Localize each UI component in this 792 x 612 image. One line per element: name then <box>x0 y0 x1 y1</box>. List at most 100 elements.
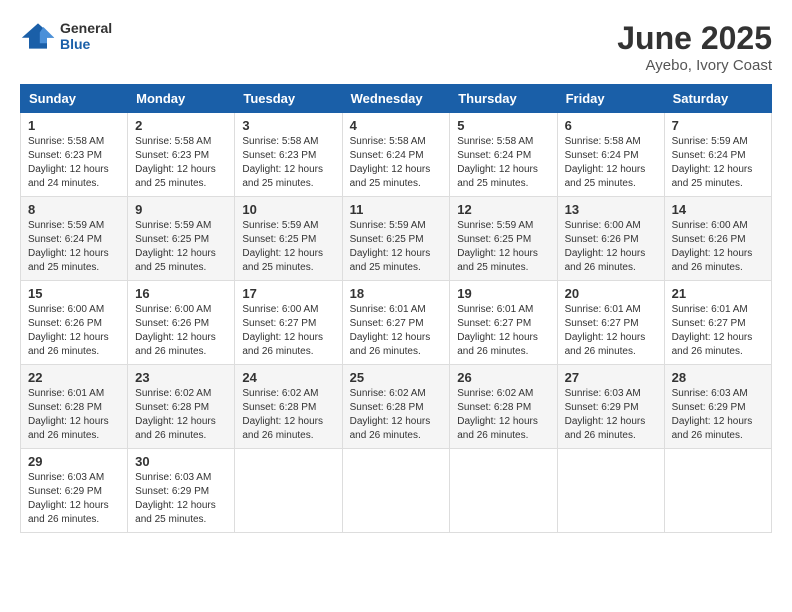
day-info: Sunrise: 6:03 AM Sunset: 6:29 PM Dayligh… <box>565 387 657 443</box>
calendar-cell <box>235 449 342 533</box>
day-number: 8 <box>28 202 120 217</box>
day-number: 15 <box>28 286 120 301</box>
day-number: 26 <box>457 370 549 385</box>
calendar-week-row: 15 Sunrise: 6:00 AM Sunset: 6:26 PM Dayli… <box>21 281 772 365</box>
day-info: Sunrise: 5:59 AM Sunset: 6:24 PM Dayligh… <box>28 219 120 275</box>
calendar-cell <box>342 449 450 533</box>
column-header-tuesday: Tuesday <box>235 85 342 113</box>
day-info: Sunrise: 6:03 AM Sunset: 6:29 PM Dayligh… <box>135 471 227 527</box>
day-info: Sunrise: 5:58 AM Sunset: 6:24 PM Dayligh… <box>350 135 443 191</box>
logo-blue-text: Blue <box>60 36 112 52</box>
column-header-thursday: Thursday <box>450 85 557 113</box>
day-number: 18 <box>350 286 443 301</box>
day-info: Sunrise: 5:59 AM Sunset: 6:25 PM Dayligh… <box>457 219 549 275</box>
column-header-saturday: Saturday <box>664 85 771 113</box>
day-number: 17 <box>242 286 334 301</box>
calendar-cell: 7 Sunrise: 5:59 AM Sunset: 6:24 PM Daylig… <box>664 113 771 197</box>
page-header: General Blue June 2025 Ayebo, Ivory Coas… <box>20 20 772 74</box>
day-number: 14 <box>672 202 764 217</box>
calendar-cell: 25 Sunrise: 6:02 AM Sunset: 6:28 PM Dayli… <box>342 365 450 449</box>
day-number: 1 <box>28 118 120 133</box>
day-info: Sunrise: 5:59 AM Sunset: 6:25 PM Dayligh… <box>350 219 443 275</box>
calendar-week-row: 8 Sunrise: 5:59 AM Sunset: 6:24 PM Daylig… <box>21 197 772 281</box>
column-header-friday: Friday <box>557 85 664 113</box>
calendar-cell: 6 Sunrise: 5:58 AM Sunset: 6:24 PM Daylig… <box>557 113 664 197</box>
logo: General Blue <box>20 20 112 52</box>
day-info: Sunrise: 6:03 AM Sunset: 6:29 PM Dayligh… <box>672 387 764 443</box>
day-info: Sunrise: 6:00 AM Sunset: 6:26 PM Dayligh… <box>672 219 764 275</box>
day-info: Sunrise: 6:00 AM Sunset: 6:26 PM Dayligh… <box>28 303 120 359</box>
calendar-cell: 13 Sunrise: 6:00 AM Sunset: 6:26 PM Dayli… <box>557 197 664 281</box>
day-number: 29 <box>28 454 120 469</box>
calendar-cell: 11 Sunrise: 5:59 AM Sunset: 6:25 PM Dayli… <box>342 197 450 281</box>
day-info: Sunrise: 6:02 AM Sunset: 6:28 PM Dayligh… <box>457 387 549 443</box>
day-number: 24 <box>242 370 334 385</box>
day-info: Sunrise: 5:59 AM Sunset: 6:24 PM Dayligh… <box>672 135 764 191</box>
calendar-cell: 23Sunrise: 6:02 AM Sunset: 6:28 PM Dayli… <box>128 365 235 449</box>
calendar-cell: 30 Sunrise: 6:03 AM Sunset: 6:29 PM Dayli… <box>128 449 235 533</box>
month-year-title: June 2025 <box>617 20 772 57</box>
calendar-cell: 4Sunrise: 5:58 AM Sunset: 6:24 PM Daylig… <box>342 113 450 197</box>
day-number: 11 <box>350 202 443 217</box>
day-number: 23 <box>135 370 227 385</box>
day-info: Sunrise: 6:01 AM Sunset: 6:28 PM Dayligh… <box>28 387 120 443</box>
calendar-cell: 12 Sunrise: 5:59 AM Sunset: 6:25 PM Dayli… <box>450 197 557 281</box>
calendar-cell: 24 Sunrise: 6:02 AM Sunset: 6:28 PM Dayli… <box>235 365 342 449</box>
day-number: 21 <box>672 286 764 301</box>
day-number: 22 <box>28 370 120 385</box>
day-info: Sunrise: 5:58 AM Sunset: 6:24 PM Dayligh… <box>565 135 657 191</box>
calendar-cell: 16 Sunrise: 6:00 AM Sunset: 6:26 PM Dayli… <box>128 281 235 365</box>
calendar-week-row: 22 Sunrise: 6:01 AM Sunset: 6:28 PM Dayli… <box>21 365 772 449</box>
calendar-cell: 1 Sunrise: 5:58 AM Sunset: 6:23 PM Daylig… <box>21 113 128 197</box>
day-info: Sunrise: 6:02 AM Sunset: 6:28 PM Dayligh… <box>242 387 334 443</box>
day-number: 20 <box>565 286 657 301</box>
calendar-cell: 3Sunrise: 5:58 AM Sunset: 6:23 PM Daylig… <box>235 113 342 197</box>
day-info: Sunrise: 5:58 AM Sunset: 6:23 PM Dayligh… <box>135 135 227 191</box>
day-number: 10 <box>242 202 334 217</box>
day-number: 25 <box>350 370 443 385</box>
title-section: June 2025 Ayebo, Ivory Coast <box>617 20 772 74</box>
day-info: Sunrise: 6:03 AM Sunset: 6:29 PM Dayligh… <box>28 471 120 527</box>
calendar-cell: 2Sunrise: 5:58 AM Sunset: 6:23 PM Daylig… <box>128 113 235 197</box>
logo-text: General Blue <box>60 20 112 52</box>
day-number: 16 <box>135 286 227 301</box>
day-number: 9 <box>135 202 227 217</box>
location-text: Ayebo, Ivory Coast <box>617 57 772 74</box>
calendar-cell <box>450 449 557 533</box>
day-number: 19 <box>457 286 549 301</box>
calendar-cell: 19Sunrise: 6:01 AM Sunset: 6:27 PM Dayli… <box>450 281 557 365</box>
calendar-week-row: 29 Sunrise: 6:03 AM Sunset: 6:29 PM Dayli… <box>21 449 772 533</box>
calendar-cell <box>664 449 771 533</box>
day-info: Sunrise: 5:59 AM Sunset: 6:25 PM Dayligh… <box>135 219 227 275</box>
calendar-cell: 14 Sunrise: 6:00 AM Sunset: 6:26 PM Dayli… <box>664 197 771 281</box>
day-info: Sunrise: 6:01 AM Sunset: 6:27 PM Dayligh… <box>565 303 657 359</box>
calendar-cell: 26 Sunrise: 6:02 AM Sunset: 6:28 PM Dayli… <box>450 365 557 449</box>
calendar-cell: 21Sunrise: 6:01 AM Sunset: 6:27 PM Dayli… <box>664 281 771 365</box>
day-info: Sunrise: 6:00 AM Sunset: 6:26 PM Dayligh… <box>565 219 657 275</box>
calendar-cell <box>557 449 664 533</box>
day-number: 30 <box>135 454 227 469</box>
day-number: 7 <box>672 118 764 133</box>
day-info: Sunrise: 5:58 AM Sunset: 6:24 PM Dayligh… <box>457 135 549 191</box>
column-header-monday: Monday <box>128 85 235 113</box>
calendar-cell: 27 Sunrise: 6:03 AM Sunset: 6:29 PM Dayli… <box>557 365 664 449</box>
calendar-cell: 5 Sunrise: 5:58 AM Sunset: 6:24 PM Daylig… <box>450 113 557 197</box>
column-header-sunday: Sunday <box>21 85 128 113</box>
calendar-cell: 17Sunrise: 6:00 AM Sunset: 6:27 PM Dayli… <box>235 281 342 365</box>
day-number: 13 <box>565 202 657 217</box>
day-info: Sunrise: 6:00 AM Sunset: 6:26 PM Dayligh… <box>135 303 227 359</box>
calendar-table: SundayMondayTuesdayWednesdayThursdayFrid… <box>20 84 772 533</box>
day-number: 5 <box>457 118 549 133</box>
day-info: Sunrise: 5:58 AM Sunset: 6:23 PM Dayligh… <box>28 135 120 191</box>
calendar-cell: 22 Sunrise: 6:01 AM Sunset: 6:28 PM Dayli… <box>21 365 128 449</box>
day-number: 6 <box>565 118 657 133</box>
day-info: Sunrise: 6:02 AM Sunset: 6:28 PM Dayligh… <box>350 387 443 443</box>
calendar-cell: 9 Sunrise: 5:59 AM Sunset: 6:25 PM Daylig… <box>128 197 235 281</box>
day-number: 12 <box>457 202 549 217</box>
calendar-cell: 28Sunrise: 6:03 AM Sunset: 6:29 PM Dayli… <box>664 365 771 449</box>
calendar-cell: 20 Sunrise: 6:01 AM Sunset: 6:27 PM Dayli… <box>557 281 664 365</box>
day-number: 27 <box>565 370 657 385</box>
logo-icon <box>20 21 56 51</box>
calendar-cell: 15 Sunrise: 6:00 AM Sunset: 6:26 PM Dayli… <box>21 281 128 365</box>
calendar-cell: 29 Sunrise: 6:03 AM Sunset: 6:29 PM Dayli… <box>21 449 128 533</box>
